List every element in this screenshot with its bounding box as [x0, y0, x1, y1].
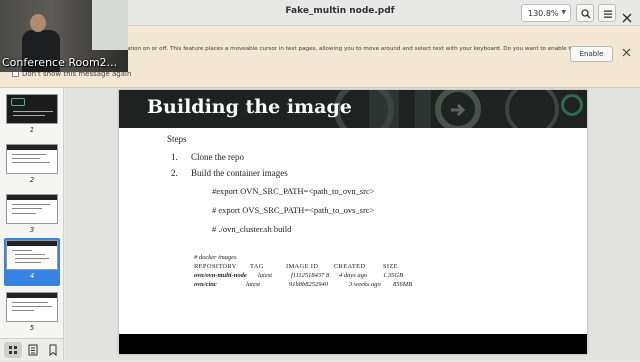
table-cell: latest: [246, 281, 261, 288]
thumbnail-page-1[interactable]: 1: [4, 92, 60, 140]
column-header: IMAGE ID: [286, 263, 319, 270]
step-text: Build the container images: [191, 168, 288, 178]
thumbnail-image: [6, 194, 58, 224]
command-line: # export OVS_SRC_PATH=<path_to_ovs_src>: [212, 205, 375, 215]
presenter-head: [30, 14, 46, 32]
table-cell: latest: [258, 272, 273, 279]
bookmark-icon: [49, 344, 57, 357]
window-close-button[interactable]: [622, 8, 632, 27]
thumbnail-number: 2: [29, 176, 35, 184]
step-number: 2.: [171, 168, 178, 178]
thumbnail-number: 1: [29, 126, 35, 134]
zoom-select[interactable]: 130.8% ▼: [521, 4, 571, 22]
logo-icon: [11, 98, 25, 106]
table-cell: 1.35GB: [383, 272, 404, 279]
chevron-down-icon: ▼: [561, 9, 566, 16]
webcam-window: [92, 0, 128, 50]
slide-title: Building the image: [147, 96, 352, 118]
table-cell: 4 days ago: [339, 272, 368, 279]
table-cell: 3 weeks ago: [349, 281, 381, 288]
thumbnail-page-2[interactable]: 2: [4, 142, 60, 190]
thumbnail-page-4[interactable]: 4: [4, 238, 60, 286]
document-view[interactable]: Building the image Steps 1. Clone the rep…: [65, 88, 640, 360]
table-cell: ovn/cinc: [194, 281, 217, 288]
table-cell: 91b8b8252940: [289, 281, 328, 288]
steps-label: Steps: [167, 134, 187, 144]
menu-button[interactable]: [598, 4, 616, 22]
bookmarks-view-button[interactable]: [44, 342, 62, 358]
arrow-right-icon: [451, 103, 466, 117]
search-button[interactable]: [576, 4, 594, 22]
document-outline-icon: [28, 344, 38, 356]
document-title: Fake_multin node.pdf: [285, 6, 395, 16]
table-cell: f1112518437 8: [291, 272, 330, 279]
thumbnail-sidebar: 1 2 3 4 5: [0, 88, 64, 338]
thumbnail-number: 3: [29, 226, 35, 234]
step-number: 1.: [171, 152, 178, 162]
thumbnail-image: [6, 144, 58, 174]
slide-banner: Building the image: [119, 90, 587, 128]
thumbnail-image: [6, 94, 58, 124]
pdf-page: Building the image Steps 1. Clone the rep…: [119, 90, 587, 354]
search-icon: [581, 9, 591, 19]
docker-comment: # docker images: [194, 254, 237, 261]
sidebar-mode-bar: [0, 338, 64, 360]
thumbnail-number: 4: [29, 272, 35, 280]
column-header: CREATED: [334, 263, 366, 270]
hamburger-menu-icon: [604, 10, 612, 18]
slide-footer: [119, 334, 587, 354]
table-cell: 856MB: [393, 281, 413, 288]
zoom-value: 130.8%: [528, 9, 559, 18]
thumbnails-view-button[interactable]: [4, 342, 22, 358]
list-item: 2. Build the container images: [171, 168, 288, 178]
command-line: # ./ovn_cluster.sh build: [212, 224, 292, 234]
thumbnail-image: [6, 292, 58, 322]
column-header: TAG: [250, 263, 264, 270]
column-header: REPOSITORY: [194, 263, 237, 270]
infobar-close-button[interactable]: [622, 48, 631, 60]
column-header: SIZE: [383, 263, 398, 270]
webcam-overlay: Conference Room2...: [0, 0, 128, 72]
close-icon: [622, 13, 632, 23]
grid-icon: [9, 346, 17, 354]
infobar-message: ation on or off. This feature places a m…: [127, 46, 578, 52]
thumbnail-number: 5: [29, 324, 35, 332]
command-line: #export OVN_SRC_PATH=<path_to_ovn_src>: [212, 186, 375, 196]
webcam-caption: Conference Room2...: [2, 56, 118, 69]
enable-button[interactable]: Enable: [570, 46, 613, 62]
thumbnail-image: [6, 240, 58, 270]
table-cell: ovn/ovn-multi-node: [194, 272, 247, 279]
thumbnail-page-3[interactable]: 3: [4, 192, 60, 240]
close-icon: [622, 48, 631, 57]
thumbnail-page-5[interactable]: 5: [4, 290, 60, 338]
outline-view-button[interactable]: [24, 342, 42, 358]
step-text: Clone the repo: [191, 152, 244, 162]
list-item: 1. Clone the repo: [171, 152, 244, 162]
